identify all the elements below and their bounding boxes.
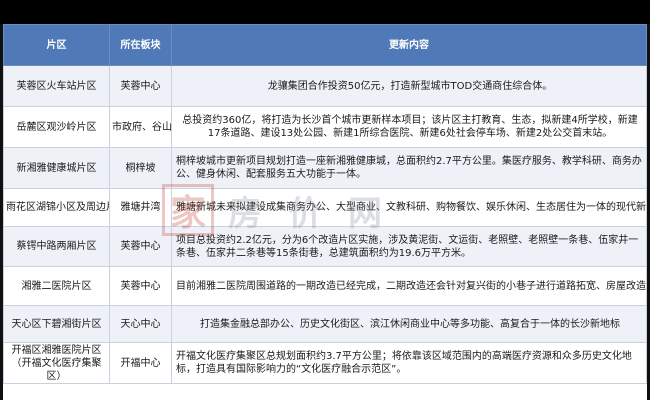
cell-board: 芙蓉中心 — [109, 65, 172, 107]
cell-board: 芙蓉中心 — [109, 226, 172, 267]
cell-area: 雨花区湖锦小区及周边片区 — [3, 188, 110, 227]
table-row: 芙蓉区火车站片区 芙蓉中心 龙骧集团合作投资50亿元，打造新型城市TOD交通商住… — [3, 65, 647, 107]
cell-board: 桐梓坡 — [109, 147, 172, 189]
cell-area: 岳麓区观沙岭片区 — [3, 106, 110, 148]
cell-content: 目前湘雅二医院周围道路的一期改造已经完成，二期改造还会针对复兴街的小巷子进行道路… — [171, 266, 647, 306]
cell-board: 雅塘井湾 — [109, 188, 172, 227]
cell-board: 市政府、谷山 — [109, 106, 172, 148]
cell-area: 开福区湘雅医院片区（开福文化医疗集聚区） — [3, 342, 110, 384]
header-board: 所在板块 — [109, 24, 172, 66]
cell-content: 总投资约360亿，将打造为长沙首个城市更新样本项目；该片区主打教育、生态，拟新建… — [171, 106, 647, 148]
cell-area: 天心区下碧湘街片区 — [3, 305, 110, 343]
header-area: 片区 — [3, 24, 110, 66]
cell-board: 开福中心 — [109, 342, 172, 384]
table-row: 天心区下碧湘街片区 天心中心 打造集金融总部办公、历史文化街区、滨江休闲商业中心… — [3, 305, 647, 343]
header-content: 更新内容 — [171, 24, 647, 66]
cell-area: 新湘雅健康城片区 — [3, 147, 110, 189]
table-row: 新湘雅健康城片区 桐梓坡 桐梓坡城市更新项目规划打造一座新湘雅健康城，总面积约2… — [3, 147, 647, 189]
cell-content: 开福文化医疗集聚区总规划面积约3.7平方公里；将依靠该区域范围内的高端医疗资源和… — [171, 342, 647, 384]
cell-board: 芙蓉中心 — [109, 266, 172, 306]
table-header-row: 片区 所在板块 更新内容 — [3, 24, 647, 66]
table-row: 蔡锷中路两厢片区 芙蓉中心 项目总投资约2.2亿元，分为6个改造片区实施，涉及黄… — [3, 226, 647, 267]
cell-content: 打造集金融总部办公、历史文化街区、滨江休闲商业中心等多功能、高复合于一体的长沙新… — [171, 305, 647, 343]
top-black-bar — [0, 0, 650, 24]
cell-content: 桐梓坡城市更新项目规划打造一座新湘雅健康城，总面积约2.7平方公里。集医疗服务、… — [171, 147, 647, 189]
cell-area: 湘雅二医院片区 — [3, 266, 110, 306]
cell-board: 天心中心 — [109, 305, 172, 343]
cell-content: 龙骧集团合作投资50亿元，打造新型城市TOD交通商住综合体。 — [171, 65, 647, 107]
cell-area: 蔡锷中路两厢片区 — [3, 226, 110, 267]
cell-content: 雅塘新城未来拟建设成集商务办公、大型商业、文教科研、购物餐饮、娱乐休闲、生态居住… — [171, 188, 647, 227]
cell-area: 芙蓉区火车站片区 — [3, 65, 110, 107]
table-row: 湘雅二医院片区 芙蓉中心 目前湘雅二医院周围道路的一期改造已经完成，二期改造还会… — [3, 266, 647, 306]
table-row: 岳麓区观沙岭片区 市政府、谷山 总投资约360亿，将打造为长沙首个城市更新样本项… — [3, 106, 647, 148]
cell-content: 项目总投资约2.2亿元，分为6个改造片区实施，涉及黄泥街、文运街、老照壁、老照壁… — [171, 226, 647, 267]
table-row: 开福区湘雅医院片区（开福文化医疗集聚区） 开福中心 开福文化医疗集聚区总规划面积… — [3, 342, 647, 384]
city-renewal-table: 片区 所在板块 更新内容 芙蓉区火车站片区 芙蓉中心 龙骧集团合作投资50亿元，… — [3, 24, 647, 384]
table-row: 雨花区湖锦小区及周边片区 雅塘井湾 雅塘新城未来拟建设成集商务办公、大型商业、文… — [3, 188, 647, 227]
